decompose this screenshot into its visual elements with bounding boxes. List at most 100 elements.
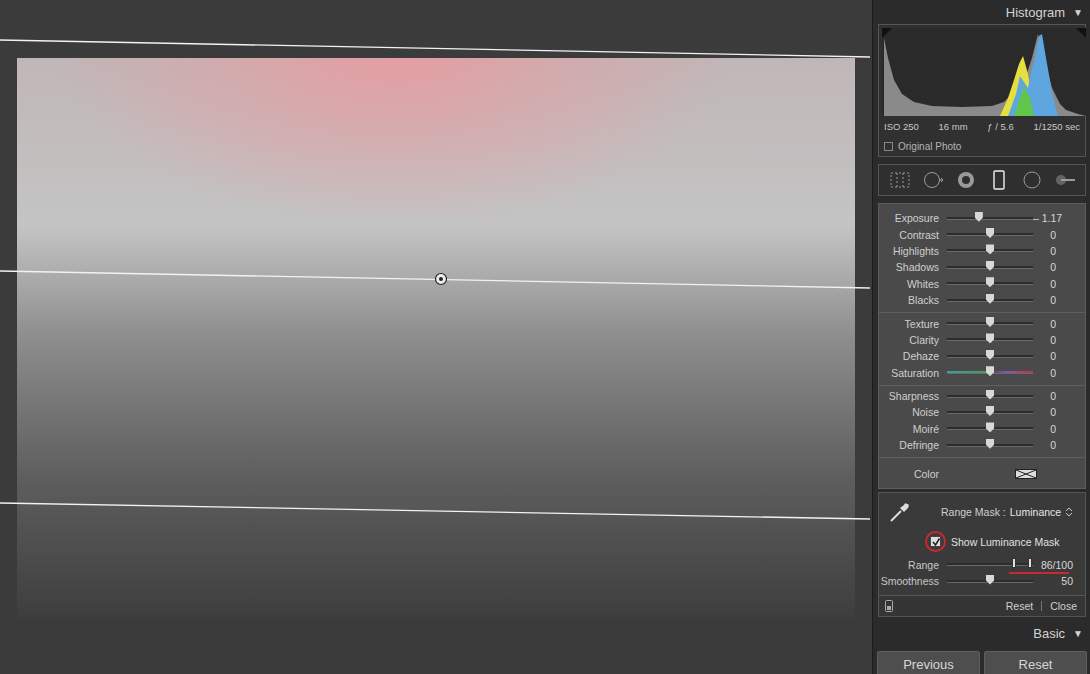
range-mask-label: Range Mask : xyxy=(941,506,1006,518)
tool-button[interactable] xyxy=(921,170,945,190)
slider-row: Texture 0 xyxy=(879,315,1085,331)
slider-row: Exposure – 1.17 xyxy=(879,210,1085,226)
filter-line[interactable] xyxy=(0,40,870,57)
slider-thumb[interactable] xyxy=(986,366,994,376)
slider-thumb[interactable] xyxy=(986,277,994,287)
original-photo-label: Original Photo xyxy=(898,141,961,152)
slider-thumb[interactable] xyxy=(986,244,994,254)
footer-button[interactable]: Close xyxy=(1050,600,1077,612)
smoothness-row: Smoothness 50 xyxy=(879,573,1085,589)
show-mask-toggle[interactable]: Show Luminance Mask xyxy=(879,525,1085,556)
range-mask-header: Range Mask : Luminance xyxy=(879,499,1085,525)
slider-thumb[interactable] xyxy=(986,228,994,238)
slider-track[interactable] xyxy=(947,266,1033,269)
range-value[interactable]: 86/100 xyxy=(1033,559,1085,571)
tool-button[interactable] xyxy=(1020,170,1044,190)
range-label: Range xyxy=(879,559,939,571)
redeye-icon xyxy=(954,170,978,190)
slider-value[interactable]: 0 xyxy=(1033,406,1085,418)
slider-value[interactable]: 0 xyxy=(1033,245,1085,257)
tool-button[interactable] xyxy=(1053,170,1077,190)
slider-track[interactable] xyxy=(947,411,1033,414)
tool-button[interactable] xyxy=(888,170,912,190)
range-track[interactable] xyxy=(947,563,1033,566)
range-mask-dropdown[interactable]: Range Mask : Luminance xyxy=(923,506,1073,518)
slider-label: Moiré xyxy=(879,423,939,435)
slider-value[interactable]: 0 xyxy=(1033,229,1085,241)
filter-line[interactable] xyxy=(0,503,870,519)
slider-track[interactable] xyxy=(947,395,1033,398)
slider-row: Sharpness 0 xyxy=(879,388,1085,404)
slider-row: Dehaze 0 xyxy=(879,348,1085,364)
slider-value[interactable]: 0 xyxy=(1033,294,1085,306)
slider-thumb[interactable] xyxy=(986,317,994,327)
collapse-toggle[interactable]: ▼ xyxy=(1073,628,1083,639)
slider-thumb[interactable] xyxy=(986,350,994,360)
graduated-filter-overlay[interactable] xyxy=(0,0,872,674)
slider-thumb[interactable] xyxy=(986,422,994,432)
slider-track[interactable] xyxy=(947,444,1033,447)
histogram-header[interactable]: Histogram ▼ xyxy=(873,0,1090,22)
slider-value[interactable]: 0 xyxy=(1033,318,1085,330)
range-mask-panel: Range Mask : Luminance Show Luminance Ma… xyxy=(878,492,1086,596)
panel-switch-icon[interactable] xyxy=(885,600,893,612)
histogram-title: Histogram xyxy=(1006,5,1065,20)
slider-track[interactable] xyxy=(947,299,1033,302)
slider-value[interactable]: 0 xyxy=(1033,367,1085,379)
exif-info: ISO 25016 mmƒ / 5.61/1250 sec xyxy=(882,116,1082,132)
slider-value[interactable]: 0 xyxy=(1033,261,1085,273)
slider-thumb[interactable] xyxy=(986,333,994,343)
slider-track[interactable] xyxy=(947,217,1033,220)
slider-row: Contrast 0 xyxy=(879,226,1085,242)
slider-value[interactable]: 0 xyxy=(1033,423,1085,435)
footer-button[interactable]: Reset xyxy=(1006,600,1033,612)
slider-track[interactable] xyxy=(947,249,1033,252)
eyedropper-icon[interactable] xyxy=(887,499,913,525)
slider-thumb[interactable] xyxy=(986,390,994,400)
filter-pin-icon[interactable] xyxy=(436,274,447,285)
slider-value[interactable]: 0 xyxy=(1033,439,1085,451)
slider-value[interactable]: 0 xyxy=(1033,278,1085,290)
slider-track[interactable] xyxy=(947,355,1033,358)
bottom-button[interactable]: Reset xyxy=(984,651,1087,674)
tool-strip xyxy=(878,164,1086,196)
basic-title: Basic xyxy=(1033,626,1065,641)
slider-thumb[interactable] xyxy=(986,575,994,585)
slider-value[interactable]: – 1.17 xyxy=(1033,212,1090,224)
slider-thumb[interactable] xyxy=(986,439,994,449)
original-photo-toggle[interactable]: Original Photo xyxy=(882,132,1082,152)
range-high-thumb[interactable] xyxy=(1028,558,1032,568)
tool-button[interactable] xyxy=(987,170,1011,190)
range-low-thumb[interactable] xyxy=(1012,558,1016,568)
slider-label: Shadows xyxy=(879,261,939,273)
slider-thumb[interactable] xyxy=(986,406,994,416)
collapse-toggle[interactable]: ▼ xyxy=(1073,7,1083,18)
slider-track[interactable] xyxy=(947,427,1033,430)
slider-value[interactable]: 0 xyxy=(1033,334,1085,346)
slider-thumb[interactable] xyxy=(986,261,994,271)
smoothness-value[interactable]: 50 xyxy=(1033,575,1085,587)
slider-track[interactable] xyxy=(947,282,1033,285)
slider-thumb[interactable] xyxy=(975,212,983,222)
basic-header[interactable]: Basic ▼ xyxy=(873,623,1090,643)
slider-track[interactable] xyxy=(947,322,1033,325)
brush-icon xyxy=(1053,170,1077,190)
tool-button[interactable] xyxy=(954,170,978,190)
slider-label: Clarity xyxy=(879,334,939,346)
checkbox[interactable] xyxy=(930,536,941,547)
bottom-button[interactable]: Previous xyxy=(877,651,980,674)
slider-track[interactable] xyxy=(947,233,1033,236)
slider-track[interactable] xyxy=(947,338,1033,341)
annotation-underline xyxy=(1009,572,1069,574)
filter-line[interactable] xyxy=(0,271,870,288)
slider-thumb[interactable] xyxy=(986,294,994,304)
smoothness-track[interactable] xyxy=(947,580,1033,583)
slider-track[interactable] xyxy=(947,371,1033,374)
exif-item: 16 mm xyxy=(939,121,968,132)
checkbox[interactable] xyxy=(884,142,893,151)
slider-value[interactable]: 0 xyxy=(1033,350,1085,362)
slider-value[interactable]: 0 xyxy=(1033,390,1085,402)
color-swatch[interactable] xyxy=(1015,469,1037,479)
spot-icon xyxy=(921,170,945,190)
slider-row: Shadows 0 xyxy=(879,259,1085,275)
